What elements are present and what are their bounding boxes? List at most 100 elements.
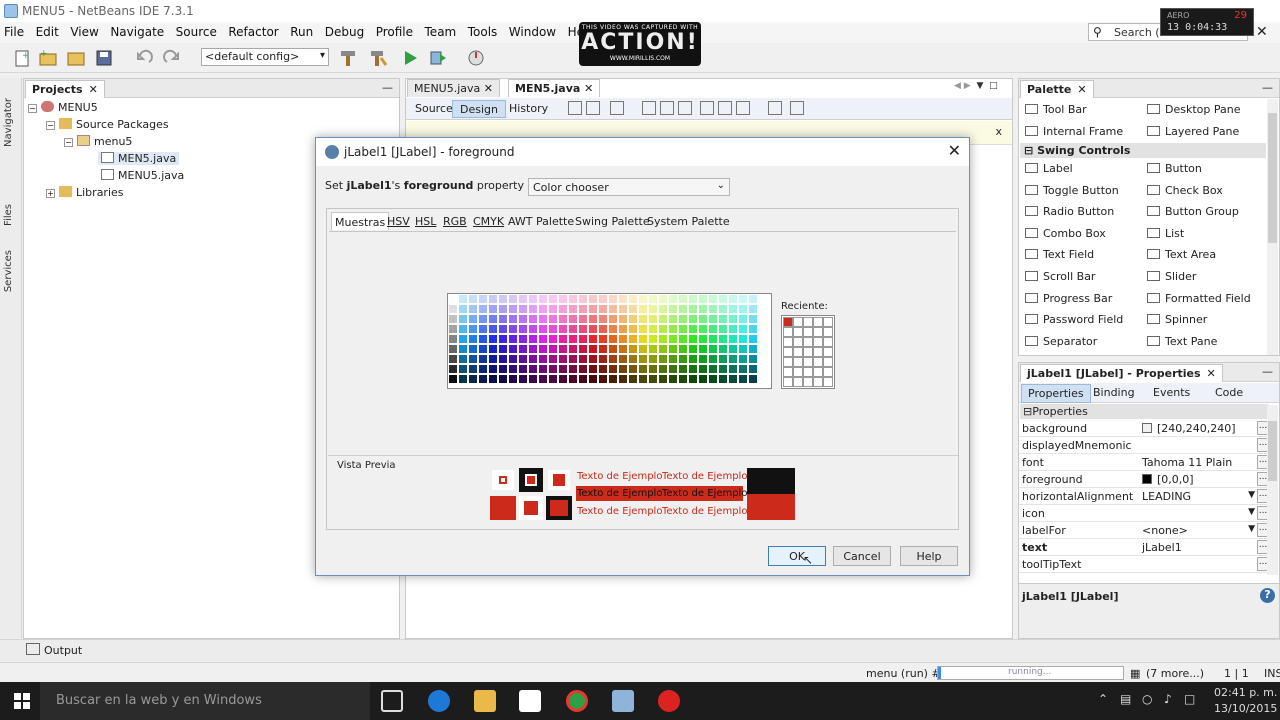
color-swatch[interactable]	[738, 304, 748, 314]
tab-awt-palette[interactable]: AWT Palette	[505, 212, 577, 230]
color-swatch[interactable]	[738, 374, 748, 384]
color-swatch[interactable]	[558, 374, 568, 384]
color-swatch[interactable]	[538, 344, 548, 354]
color-swatch[interactable]	[558, 334, 568, 344]
color-swatch[interactable]	[508, 364, 518, 374]
color-swatch[interactable]	[568, 374, 578, 384]
color-swatch[interactable]	[738, 354, 748, 364]
tree-item-menu5-java[interactable]: MENU5.java	[101, 169, 184, 182]
color-swatch[interactable]	[728, 344, 738, 354]
profile-icon[interactable]	[466, 48, 486, 68]
color-swatch[interactable]	[448, 364, 458, 374]
color-swatch[interactable]	[578, 344, 588, 354]
notifications-icon[interactable]: □	[1184, 692, 1195, 706]
tab-scroll-icons[interactable]: ◀ ▶ ▼ □	[954, 81, 998, 91]
color-swatch[interactable]	[458, 364, 468, 374]
color-swatch[interactable]	[698, 364, 708, 374]
color-swatch[interactable]	[608, 344, 618, 354]
color-swatch[interactable]	[538, 314, 548, 324]
menu-view[interactable]: View	[66, 22, 102, 42]
property-row[interactable]: background [240,240,240]...	[1019, 420, 1269, 437]
new-file-icon[interactable]: +	[12, 48, 32, 68]
color-swatch[interactable]	[618, 364, 628, 374]
recent-swatch[interactable]	[813, 317, 823, 327]
color-swatch[interactable]	[678, 374, 688, 384]
color-swatch[interactable]	[638, 364, 648, 374]
color-swatch[interactable]	[678, 334, 688, 344]
color-swatch[interactable]	[678, 364, 688, 374]
color-swatch[interactable]	[498, 364, 508, 374]
color-swatch[interactable]	[558, 294, 568, 304]
menu-file[interactable]: File	[0, 22, 28, 42]
tab-properties[interactable]: Properties	[1021, 384, 1091, 403]
tab-cmyk[interactable]: CMYK	[470, 212, 507, 230]
palette-section-swing-controls[interactable]: ⊟ Swing Controls	[1020, 143, 1266, 158]
editor-tab-menu5[interactable]: MENU5.java ✕	[407, 79, 500, 97]
color-swatch[interactable]	[578, 374, 588, 384]
color-swatch[interactable]	[468, 314, 478, 324]
color-swatch[interactable]	[488, 354, 498, 364]
color-swatch[interactable]	[648, 324, 658, 334]
color-swatch[interactable]	[508, 344, 518, 354]
palette-item[interactable]: Separator	[1025, 335, 1097, 348]
color-swatch[interactable]	[638, 294, 648, 304]
color-swatch[interactable]	[648, 344, 658, 354]
color-swatch[interactable]	[658, 304, 668, 314]
minimize-icon[interactable]: —	[1262, 81, 1273, 94]
color-swatch[interactable]	[628, 304, 638, 314]
color-swatch[interactable]	[508, 354, 518, 364]
close-icon[interactable]: ✕	[948, 141, 961, 160]
color-swatch[interactable]	[498, 324, 508, 334]
property-value[interactable]: jLabel1	[1142, 541, 1182, 554]
color-swatch[interactable]	[478, 374, 488, 384]
recent-swatch[interactable]	[813, 367, 823, 377]
store-icon[interactable]	[519, 690, 541, 712]
color-swatch[interactable]	[608, 324, 618, 334]
color-swatch[interactable]	[688, 314, 698, 324]
color-swatch[interactable]	[738, 314, 748, 324]
color-swatch[interactable]	[658, 314, 668, 324]
color-swatch[interactable]	[508, 334, 518, 344]
color-swatch[interactable]	[748, 374, 758, 384]
color-swatch[interactable]	[468, 304, 478, 314]
color-swatch[interactable]	[658, 344, 668, 354]
projects-tab[interactable]: Projects ✕	[25, 80, 105, 98]
info-bar-close[interactable]: x	[995, 125, 1002, 138]
color-swatch[interactable]	[738, 364, 748, 374]
recent-swatch[interactable]	[783, 337, 793, 347]
cancel-button[interactable]: Cancel	[833, 546, 891, 566]
history-mode-button[interactable]: History	[502, 100, 555, 118]
color-swatch[interactable]	[628, 314, 638, 324]
color-swatch[interactable]	[508, 374, 518, 384]
palette-item[interactable]: Desktop Pane	[1147, 103, 1240, 116]
dropdown-arrow-icon[interactable]: ▼	[1248, 524, 1255, 534]
color-swatch[interactable]	[558, 354, 568, 364]
recent-swatch[interactable]	[783, 357, 793, 367]
color-swatch[interactable]	[568, 314, 578, 324]
color-swatch[interactable]	[488, 304, 498, 314]
color-swatch[interactable]	[588, 374, 598, 384]
color-swatch[interactable]	[458, 354, 468, 364]
palette-scrollbar[interactable]	[1267, 99, 1278, 355]
recent-swatch[interactable]	[793, 347, 803, 357]
color-swatch[interactable]	[658, 294, 668, 304]
color-swatch[interactable]	[698, 374, 708, 384]
recent-swatch[interactable]	[823, 377, 833, 387]
color-swatch[interactable]	[658, 374, 668, 384]
recent-swatch[interactable]	[783, 377, 793, 387]
recent-swatch[interactable]	[793, 327, 803, 337]
color-swatch[interactable]	[528, 334, 538, 344]
color-swatch[interactable]	[518, 344, 528, 354]
save-all-icon[interactable]	[94, 48, 114, 68]
menu-source[interactable]: Source	[172, 22, 221, 42]
color-swatch[interactable]	[698, 344, 708, 354]
properties-tab[interactable]: jLabel1 [JLabel] - Properties ✕	[1020, 364, 1223, 382]
color-swatch[interactable]	[738, 344, 748, 354]
color-swatch[interactable]	[668, 294, 678, 304]
recent-swatch[interactable]	[813, 327, 823, 337]
editor-mode-select[interactable]: Color chooser ⌄	[528, 178, 730, 196]
color-swatch[interactable]	[718, 304, 728, 314]
color-swatch[interactable]	[458, 314, 468, 324]
recent-swatch[interactable]	[783, 317, 793, 327]
expand-icon[interactable]: +	[46, 189, 55, 198]
